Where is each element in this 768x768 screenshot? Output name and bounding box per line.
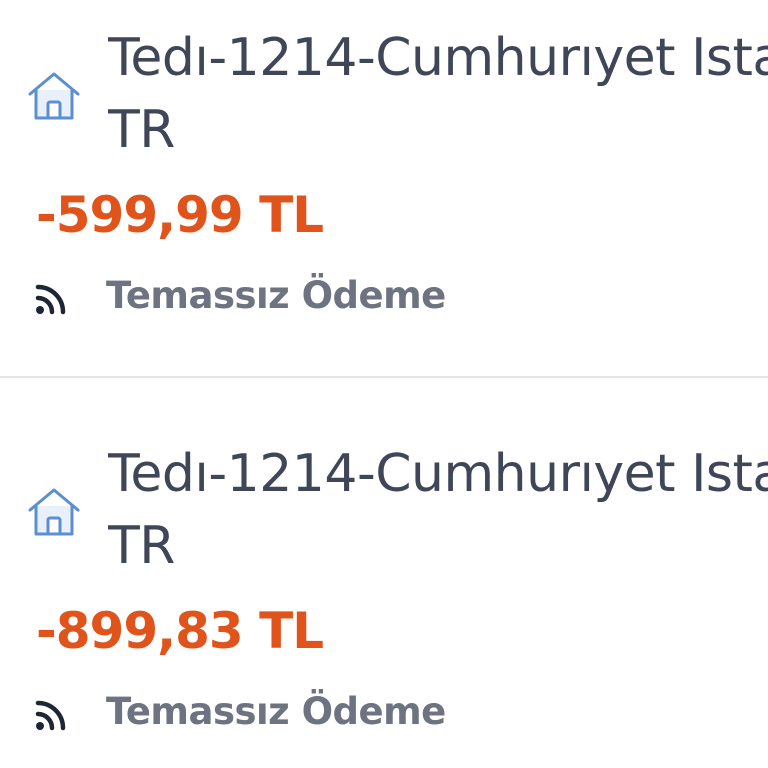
- payment-method-label: Temassız Ödeme: [106, 274, 446, 317]
- merchant-name-line1: Tedı-1214-Cumhurıyet Istan: [108, 444, 768, 504]
- transaction-item[interactable]: Tedı-1214-Cumhurıyet Istan TR -599,99 TL…: [0, 0, 768, 380]
- contactless-icon: [35, 700, 66, 731]
- transaction-amount: -899,83 TL: [36, 602, 324, 660]
- transaction-amount: -599,99 TL: [36, 186, 324, 244]
- payment-method-label: Temassız Ödeme: [106, 690, 446, 733]
- home-icon: [28, 488, 80, 536]
- contactless-icon: [35, 284, 66, 315]
- transaction-list: Tedı-1214-Cumhurıyet Istan TR -599,99 TL…: [0, 0, 768, 768]
- divider: [0, 376, 768, 378]
- merchant-name-line2: TR: [108, 516, 175, 576]
- home-icon: [28, 72, 80, 120]
- merchant-name: Tedı-1214-Cumhurıyet Istan TR: [108, 22, 768, 166]
- merchant-name: Tedı-1214-Cumhurıyet Istan TR: [108, 438, 768, 582]
- transaction-item[interactable]: Tedı-1214-Cumhurıyet Istan TR -899,83 TL…: [0, 416, 768, 768]
- merchant-name-line2: TR: [108, 100, 175, 160]
- merchant-name-line1: Tedı-1214-Cumhurıyet Istan: [108, 28, 768, 88]
